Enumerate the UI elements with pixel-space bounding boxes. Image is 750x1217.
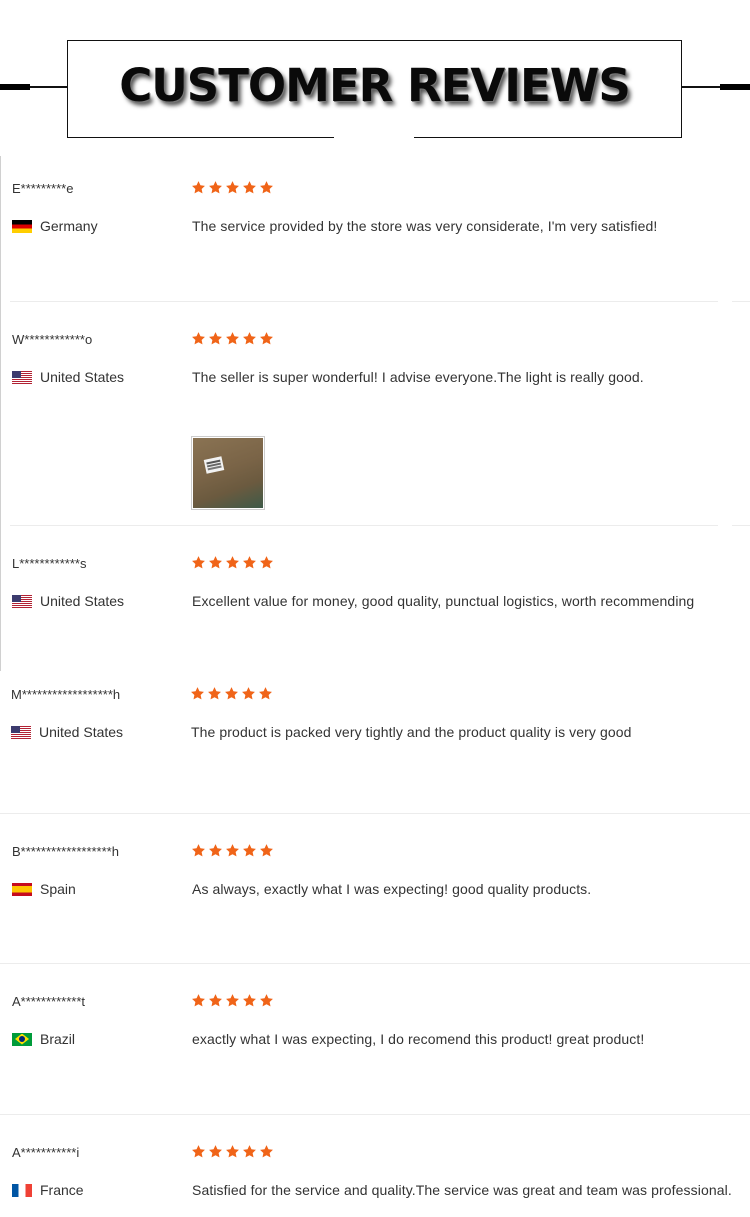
flag-france-icon [12,1183,32,1197]
reviewer-name: W************o [12,332,93,347]
star-icon [192,994,205,1007]
flag-germany-icon [12,219,32,233]
star-icon [243,181,256,194]
flag-spain-icon [12,882,32,896]
country-label: Germany [40,218,98,234]
reviewer-country: Brazil [12,1031,75,1047]
review-divider [0,1114,750,1115]
country-label: United States [39,724,124,740]
reviewer-name: L************s [12,556,87,571]
star-icon [209,994,222,1007]
star-rating [191,331,274,346]
star-icon [260,1145,273,1158]
review-text: Satisfied for the service and quality.Th… [192,1182,732,1198]
review-text: exactly what I was expecting, I do recom… [192,1031,645,1047]
star-rating [191,993,274,1008]
star-icon [243,556,256,569]
review-text: Excellent value for money, good quality,… [192,593,695,609]
flag-united-states-icon [12,370,32,384]
header-line-right [682,84,750,90]
review-text: The service provided by the store was ve… [192,218,658,234]
country-label: Spain [40,881,76,897]
star-icon [226,332,239,345]
package-photo [193,438,263,508]
header-frame-bottom-left [67,137,334,138]
reviewer-name: M******************h [11,687,121,702]
page-title: CUSTOMER REVIEWS [119,59,631,112]
star-icon [226,1145,239,1158]
star-rating [191,555,274,570]
star-rating [191,1144,274,1159]
reviewer-name: E*********e [12,181,74,196]
header-line-left [0,84,67,90]
country-label: France [40,1182,84,1198]
star-icon [208,687,221,700]
star-icon [242,687,255,700]
star-icon [192,181,205,194]
flag-united-states-icon [12,594,32,608]
star-icon [226,994,239,1007]
star-rating [190,686,273,701]
star-rating [191,180,274,195]
country-label: United States [40,593,125,609]
reviewer-name: B******************h [12,844,119,859]
star-icon [243,1145,256,1158]
star-icon [209,332,222,345]
star-icon [209,1145,222,1158]
star-icon [192,556,205,569]
review-text: The product is packed very tightly and t… [191,724,632,740]
star-rating [191,843,274,858]
reviewer-country: Spain [12,881,76,897]
star-icon [209,556,222,569]
review-divider [10,301,718,302]
star-icon [243,844,256,857]
star-icon [209,844,222,857]
review-divider [10,525,718,526]
reviewer-country: United States [12,369,124,385]
review-text: As always, exactly what I was expecting!… [192,881,592,897]
reviewer-country: United States [11,724,123,740]
star-icon [192,844,205,857]
star-icon [225,687,238,700]
flag-united-states-icon [11,725,31,739]
star-icon [191,687,204,700]
country-label: United States [40,369,125,385]
star-icon [260,844,273,857]
review-text: The seller is super wonderful! I advise … [192,369,644,385]
reviewer-name: A************t [12,994,85,1009]
star-icon [260,181,273,194]
flag-brazil-icon [12,1032,32,1046]
star-icon [226,556,239,569]
review-photo-thumbnail[interactable] [191,436,265,510]
star-icon [243,332,256,345]
star-icon [259,687,272,700]
reviewer-country: Germany [12,218,98,234]
reviewer-country: France [12,1182,84,1198]
star-icon [243,994,256,1007]
review-divider [0,813,750,814]
star-icon [192,1145,205,1158]
review-divider-stub [732,301,750,302]
reviewer-name: A***********i [12,1145,80,1160]
star-icon [226,844,239,857]
header-frame-bottom-right [414,137,682,138]
review-divider [0,963,750,964]
star-icon [226,181,239,194]
reviewer-country: United States [12,593,124,609]
star-icon [209,181,222,194]
country-label: Brazil [40,1031,76,1047]
star-icon [260,994,273,1007]
star-icon [260,332,273,345]
star-icon [260,556,273,569]
star-icon [192,332,205,345]
review-divider-stub [732,525,750,526]
left-border [0,156,1,671]
